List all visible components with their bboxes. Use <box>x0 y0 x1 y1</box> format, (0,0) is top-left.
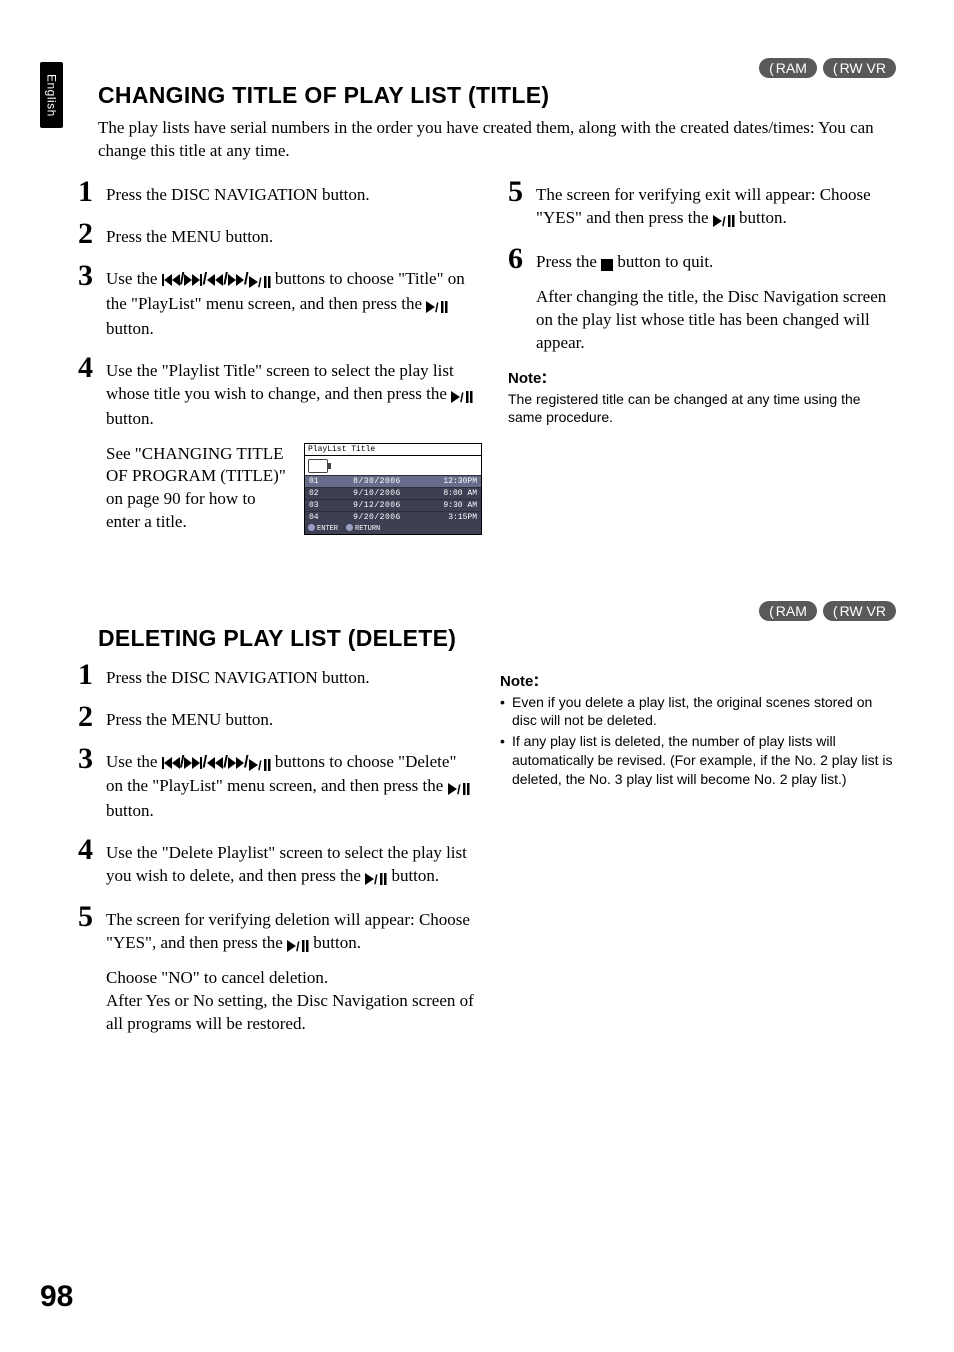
ui-row: 039/12/20069:30 AM <box>305 499 481 511</box>
section2-title: DELETING PLAY LIST (DELETE) <box>98 625 896 652</box>
step1-text: Press the DISC NAVIGATION button. <box>106 177 482 207</box>
s2-step5-extra2: After Yes or No setting, the Disc Naviga… <box>106 990 474 1036</box>
step-number: 1 <box>78 177 106 207</box>
step4-text: Use the "Playlist Title" screen to selec… <box>106 353 482 431</box>
play-pause-icon: / <box>249 270 271 293</box>
step3-text: Use the ///// buttons to choose "Title" … <box>106 261 482 341</box>
badge-rwvr: (RW VR <box>823 58 896 78</box>
step-number: 6 <box>508 244 536 274</box>
ui-row: 049/20/20063:15PM <box>305 511 481 523</box>
note-heading: Note: <box>508 367 896 388</box>
svg-text:/: / <box>258 276 262 288</box>
prev-track-icon <box>162 274 180 286</box>
ffwd-icon <box>228 757 244 769</box>
section1-title: CHANGING TITLE OF PLAY LIST (TITLE) <box>98 82 896 109</box>
see-reference: See "CHANGING TITLE OF PROGRAM (TITLE)" … <box>106 443 286 535</box>
s2-step5-text: The screen for verifying deletion will a… <box>106 902 474 1036</box>
step-number: 5 <box>78 902 106 932</box>
s2-step4-text: Use the "Delete Playlist" screen to sele… <box>106 835 474 890</box>
s2-step3-text: Use the ///// buttons to choose "Delete"… <box>106 744 474 824</box>
play-pause-icon: / <box>713 209 735 232</box>
step-number: 4 <box>78 835 106 865</box>
prev-track-icon <box>162 757 180 769</box>
svg-text:/: / <box>374 873 378 885</box>
svg-text:/: / <box>435 301 439 313</box>
ui-row-selected: 018/30/200612:30PM <box>305 475 481 487</box>
s2-step5-extra1: Choose "NO" to cancel deletion. <box>106 967 474 990</box>
svg-text:/: / <box>296 940 300 952</box>
ui-row: 029/10/20068:00 AM <box>305 487 481 499</box>
play-pause-icon: / <box>451 385 473 408</box>
media-badges-top: (RAM (RW VR <box>78 58 896 78</box>
step-number: 5 <box>508 177 536 207</box>
note-item: Even if you delete a play list, the orig… <box>500 693 896 731</box>
step-number: 2 <box>78 219 106 249</box>
step6-text: Press the button to quit. After changing… <box>536 244 896 355</box>
ui-titlebar: PlayList Title <box>305 444 481 456</box>
stop-icon <box>601 253 613 276</box>
next-track-icon <box>184 757 202 769</box>
rewind-icon <box>207 274 223 286</box>
note-body: The registered title can be changed at a… <box>508 390 896 428</box>
note-item: If any play list is deleted, the number … <box>500 732 896 789</box>
badge-ram: (RAM <box>759 601 817 621</box>
play-pause-icon: / <box>448 777 470 800</box>
step-number: 3 <box>78 261 106 291</box>
svg-text:/: / <box>460 391 464 403</box>
page-number: 98 <box>40 1280 73 1314</box>
step-number: 2 <box>78 702 106 732</box>
play-pause-icon: / <box>249 753 271 776</box>
svg-text:/: / <box>457 783 461 795</box>
media-badges-mid: (RAM (RW VR <box>78 601 896 621</box>
ui-footer: ENTER RETURN <box>305 523 481 534</box>
badge-rwvr: (RW VR <box>823 601 896 621</box>
next-track-icon <box>184 274 202 286</box>
rewind-icon <box>207 757 223 769</box>
playlist-title-screenshot: PlayList Title 018/30/200612:30PM 029/10… <box>304 443 482 535</box>
step2-text: Press the MENU button. <box>106 219 482 249</box>
step-number: 4 <box>78 353 106 383</box>
language-tab-label: English <box>45 74 59 117</box>
section1-intro: The play lists have serial numbers in th… <box>98 117 896 163</box>
ffwd-icon <box>228 274 244 286</box>
step5-text: The screen for verifying exit will appea… <box>536 177 896 232</box>
badge-ram: (RAM <box>759 58 817 78</box>
play-pause-icon: / <box>365 867 387 890</box>
svg-text:/: / <box>258 759 262 771</box>
note-heading: Note: <box>500 670 896 691</box>
camera-icon <box>308 459 328 473</box>
play-pause-icon: / <box>426 295 448 318</box>
step6-after: After changing the title, the Disc Navig… <box>536 286 896 355</box>
step-number: 3 <box>78 744 106 774</box>
language-tab: English <box>40 62 63 128</box>
svg-text:/: / <box>722 215 726 227</box>
step-number: 1 <box>78 660 106 690</box>
note-list: Even if you delete a play list, the orig… <box>500 693 896 789</box>
play-pause-icon: / <box>287 934 309 957</box>
s2-step2-text: Press the MENU button. <box>106 702 474 732</box>
s2-step1-text: Press the DISC NAVIGATION button. <box>106 660 474 690</box>
